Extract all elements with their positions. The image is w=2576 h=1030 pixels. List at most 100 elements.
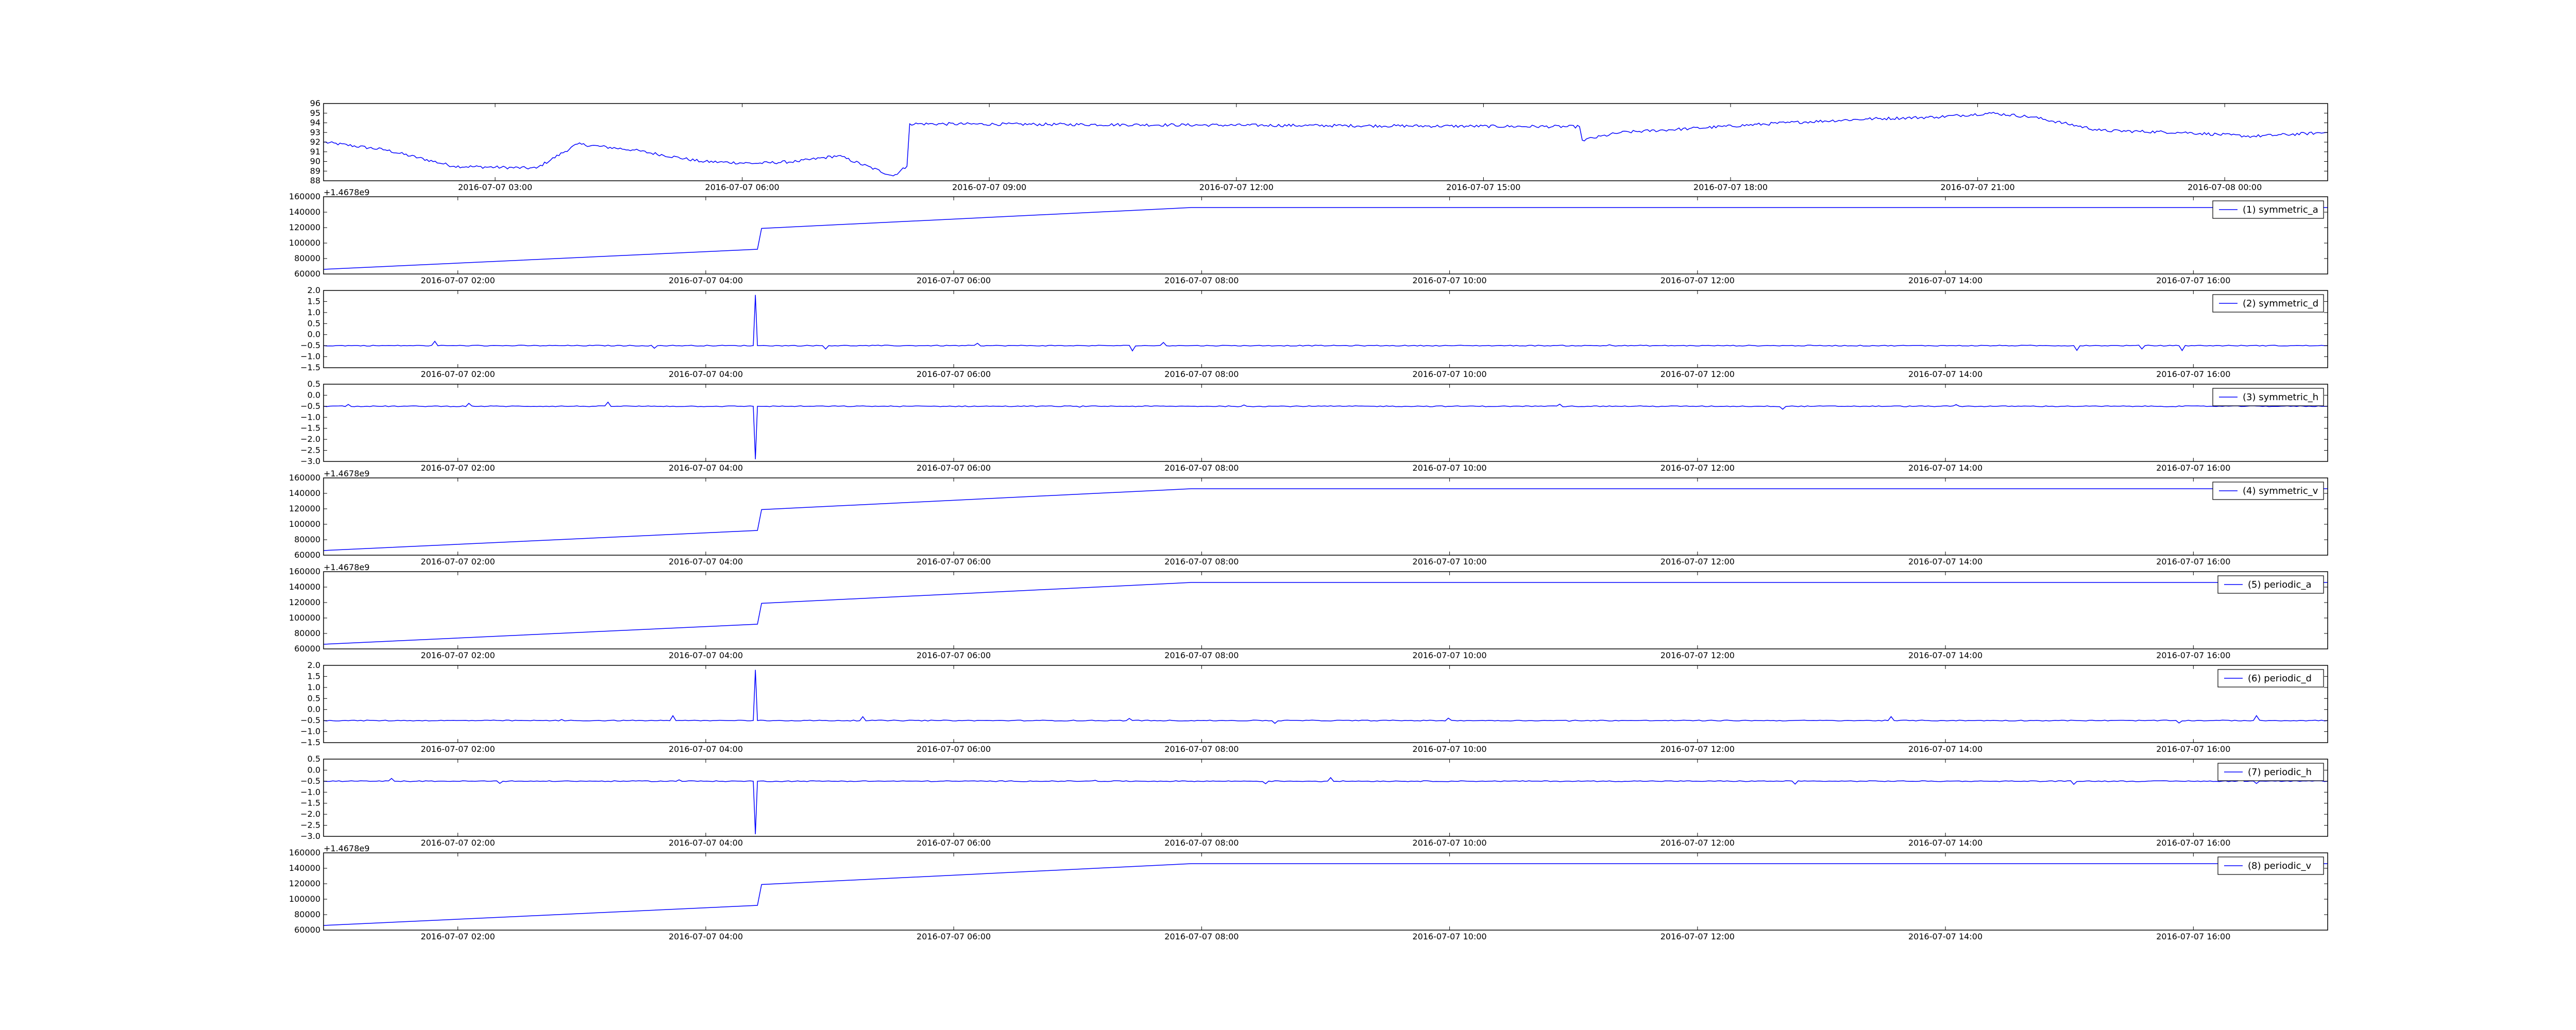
series-line bbox=[324, 776, 2328, 834]
axes-frame bbox=[323, 571, 2328, 649]
legend: (5) periodic_a bbox=[2217, 575, 2324, 594]
x-tick-label: 2016-07-07 02:00 bbox=[421, 369, 495, 379]
axes-frame bbox=[323, 290, 2328, 368]
axes-frame bbox=[323, 384, 2328, 462]
x-tick-label: 2016-07-07 16:00 bbox=[2156, 369, 2230, 379]
y-offset-label: +1.4678e9 bbox=[324, 844, 369, 853]
y-tick-label: −0.5 bbox=[300, 401, 320, 411]
x-tick-label: 2016-07-07 08:00 bbox=[1164, 650, 1239, 660]
legend: (8) periodic_v bbox=[2217, 856, 2324, 875]
y-tick-label: 0.5 bbox=[308, 379, 320, 389]
x-tick-label: 2016-07-07 08:00 bbox=[1164, 838, 1239, 848]
y-tick-label: 80000 bbox=[294, 628, 320, 638]
y-tick-label: 60000 bbox=[294, 550, 320, 560]
y-tick-label: 93 bbox=[310, 127, 320, 137]
y-tick-label: 0.0 bbox=[308, 765, 320, 775]
y-tick-label: 140000 bbox=[289, 488, 320, 498]
y-tick-label: 60000 bbox=[294, 644, 320, 654]
y-tick-label: 0.5 bbox=[308, 318, 320, 328]
series-line bbox=[324, 401, 2328, 459]
x-tick-label: 2016-07-07 14:00 bbox=[1908, 932, 1982, 941]
x-tick-label: 2016-07-07 12:00 bbox=[1660, 838, 1735, 848]
x-tick-label: 2016-07-07 12:00 bbox=[1660, 463, 1735, 473]
x-tick-label: 2016-07-07 02:00 bbox=[421, 744, 495, 754]
x-tick-label: 2016-07-07 12:00 bbox=[1660, 557, 1735, 566]
x-tick-label: 2016-07-07 12:00 bbox=[1660, 650, 1735, 660]
y-tick-label: −2.5 bbox=[300, 445, 320, 455]
x-tick-label: 2016-07-07 14:00 bbox=[1908, 369, 1982, 379]
legend: (4) symmetric_v bbox=[2212, 482, 2324, 500]
y-offset-label: +1.4678e9 bbox=[324, 562, 369, 572]
y-tick-label: 0.0 bbox=[308, 705, 320, 714]
y-tick-label: 120000 bbox=[289, 222, 320, 232]
x-tick-label: 2016-07-07 10:00 bbox=[1413, 557, 1487, 566]
x-tick-label: 2016-07-07 04:00 bbox=[669, 276, 743, 285]
y-tick-label: −1.0 bbox=[300, 412, 320, 422]
x-tick-label: 2016-07-07 16:00 bbox=[2156, 838, 2230, 848]
x-tick-label: 2016-07-07 02:00 bbox=[421, 557, 495, 566]
x-tick-label: 2016-07-07 09:00 bbox=[952, 182, 1026, 192]
legend: (1) symmetric_a bbox=[2212, 200, 2324, 219]
panel-5: 60000 80000 100000 120000 140000 160000 2016-0… bbox=[289, 469, 2328, 566]
y-tick-label: −2.0 bbox=[300, 434, 320, 444]
series-line bbox=[324, 863, 2328, 926]
x-tick-label: 2016-07-07 16:00 bbox=[2156, 276, 2230, 285]
series-line bbox=[324, 488, 2328, 551]
x-tick-label: 2016-07-07 04:00 bbox=[669, 650, 743, 660]
x-tick-label: 2016-07-07 15:00 bbox=[1446, 182, 1520, 192]
y-tick-label: 1.0 bbox=[308, 307, 320, 317]
y-tick-label: −1.0 bbox=[300, 352, 320, 362]
y-tick-label: −0.5 bbox=[300, 340, 320, 350]
x-tick-label: 2016-07-07 10:00 bbox=[1413, 744, 1487, 754]
y-tick-label: 0.5 bbox=[308, 693, 320, 703]
panel-1: 888990919293949596 2016-07-07 03:00 2016-0… bbox=[310, 98, 2328, 192]
x-tick-label: 2016-07-07 10:00 bbox=[1413, 463, 1487, 473]
y-tick-label: 1.5 bbox=[308, 671, 320, 681]
x-tick-label: 2016-07-07 06:00 bbox=[917, 932, 991, 941]
x-tick-label: 2016-07-07 04:00 bbox=[669, 932, 743, 941]
x-tick-label: 2016-07-07 16:00 bbox=[2156, 557, 2230, 566]
y-tick-label: 160000 bbox=[289, 473, 320, 483]
figure: 888990919293949596 2016-07-07 03:00 2016-0… bbox=[289, 98, 2328, 941]
y-tick-label: 120000 bbox=[289, 597, 320, 607]
x-tick-label: 2016-07-07 12:00 bbox=[1660, 276, 1735, 285]
y-tick-label: 92 bbox=[310, 137, 320, 147]
x-tick-label: 2016-07-07 06:00 bbox=[917, 650, 991, 660]
axes-frame bbox=[323, 665, 2328, 743]
x-tick-label: 2016-07-07 10:00 bbox=[1413, 838, 1487, 848]
x-tick-label: 2016-07-07 02:00 bbox=[421, 463, 495, 473]
x-tick-label: 2016-07-07 04:00 bbox=[669, 838, 743, 848]
x-tick-label: 2016-07-07 04:00 bbox=[669, 369, 743, 379]
x-tick-label: 2016-07-07 10:00 bbox=[1413, 369, 1487, 379]
y-tick-label: 140000 bbox=[289, 863, 320, 873]
x-tick-label: 2016-07-07 03:00 bbox=[458, 182, 532, 192]
y-offset-label: +1.4678e9 bbox=[324, 469, 369, 478]
x-tick-label: 2016-07-07 08:00 bbox=[1164, 932, 1239, 941]
legend-label: (2) symmetric_d bbox=[2243, 298, 2318, 309]
x-tick-label: 2016-07-07 06:00 bbox=[917, 557, 991, 566]
y-tick-label: 140000 bbox=[289, 582, 320, 592]
panel-9: 60000 80000 100000 120000 140000 160000 2016-0… bbox=[289, 844, 2328, 941]
y-tick-label: −3.0 bbox=[300, 831, 320, 841]
x-tick-label: 2016-07-07 06:00 bbox=[917, 744, 991, 754]
axes-frame bbox=[323, 852, 2328, 931]
legend-label: (3) symmetric_h bbox=[2243, 392, 2318, 403]
x-tick-label: 2016-07-07 18:00 bbox=[1693, 182, 1768, 192]
y-tick-label: 90 bbox=[310, 157, 320, 166]
y-tick-label: −1.5 bbox=[300, 798, 320, 808]
series-line bbox=[324, 112, 2328, 177]
x-tick-label: 2016-07-07 14:00 bbox=[1908, 276, 1982, 285]
y-tick-label: −1.5 bbox=[300, 363, 320, 372]
y-tick-label: −1.0 bbox=[300, 787, 320, 797]
y-tick-label: 94 bbox=[310, 118, 320, 128]
panel-4: −3.0−2.5−2.0−1.5−1.0−0.50.00.5 2016-07-07… bbox=[300, 379, 2328, 473]
x-tick-label: 2016-07-07 06:00 bbox=[917, 838, 991, 848]
x-tick-label: 2016-07-07 06:00 bbox=[705, 182, 779, 192]
legend: (6) periodic_d bbox=[2217, 669, 2324, 688]
y-tick-label: 80000 bbox=[294, 909, 320, 919]
legend-label: (1) symmetric_a bbox=[2243, 204, 2318, 215]
y-tick-label: 160000 bbox=[289, 192, 320, 201]
y-tick-label: 2.0 bbox=[308, 660, 320, 670]
y-tick-label: 140000 bbox=[289, 207, 320, 217]
x-tick-label: 2016-07-07 02:00 bbox=[421, 650, 495, 660]
